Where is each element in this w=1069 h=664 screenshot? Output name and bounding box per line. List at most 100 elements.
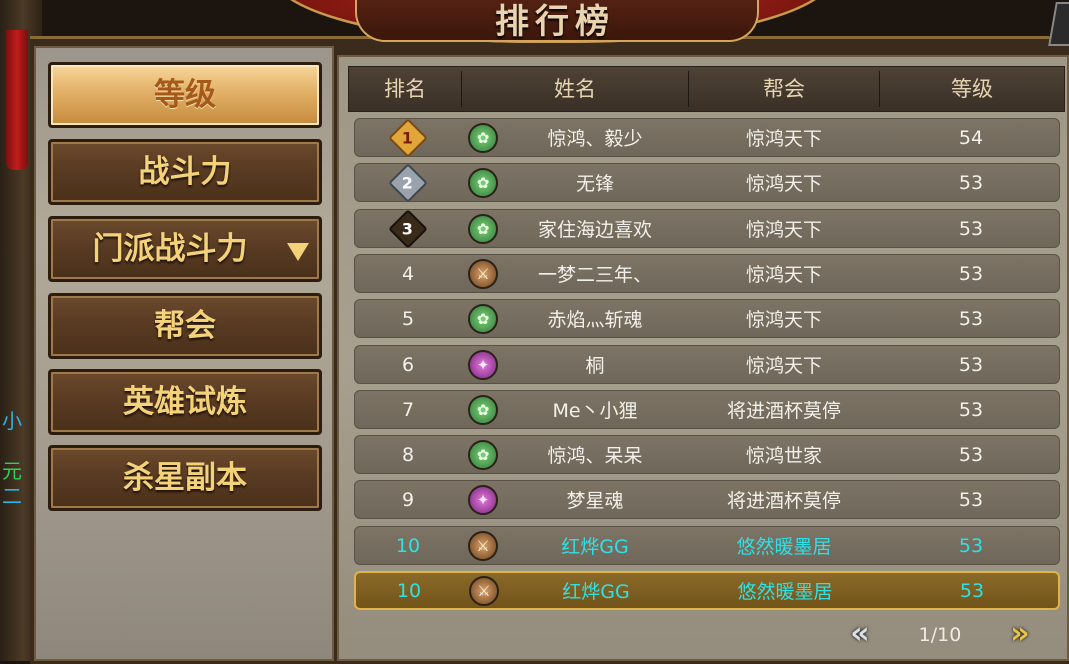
player-name: 桐 [585, 355, 605, 377]
player-level: 53 [958, 353, 984, 376]
rank-badge-icon: 1 [388, 117, 428, 158]
guild-name: 悠然暖墨居 [737, 581, 833, 603]
menu-guild-button[interactable]: 帮会 [48, 293, 322, 359]
guild-name: 惊鸿世家 [745, 445, 822, 467]
dropdown-arrow-icon[interactable] [287, 243, 309, 261]
edge-text-3: 二 [2, 484, 22, 508]
header-name: 姓名 [554, 77, 596, 101]
red-curtain [6, 30, 28, 170]
player-name: 赤焰灬斩魂 [547, 309, 643, 331]
menu-label: 杀星副本 [123, 460, 247, 496]
player-name: 红烨GG [562, 581, 630, 603]
rank-cell: 2 [355, 162, 461, 203]
table-row[interactable]: 1 ✿ 惊鸿、毅少 惊鸿天下 54 [354, 117, 1060, 158]
player-level: 53 [958, 217, 984, 240]
guild-name: 惊鸿天下 [745, 355, 822, 377]
rank-cell: 10 [396, 579, 422, 602]
double-chevron-right-icon[interactable]: » [1005, 619, 1035, 649]
double-chevron-left-icon[interactable]: « [845, 619, 875, 649]
green-class-icon: ✿ [468, 213, 498, 244]
menu-star-dungeon-button[interactable]: 杀星副本 [48, 445, 322, 511]
guild-name: 惊鸿天下 [745, 173, 822, 195]
class-icon-cell: ⚔ [461, 527, 505, 564]
player-name: 惊鸿、毅少 [547, 128, 643, 150]
green-class-icon: ✿ [468, 394, 498, 425]
close-button[interactable] [1048, 2, 1069, 46]
page-indicator: 1/10 [918, 624, 962, 646]
player-level: 53 [959, 579, 985, 602]
guild-name: 将进酒杯莫停 [726, 490, 841, 512]
player-level: 53 [958, 262, 984, 285]
class-icon-cell: ✿ [461, 119, 505, 156]
table-row[interactable]: 9 ✦ 梦星魂 将进酒杯莫停 53 [354, 480, 1060, 519]
table-row[interactable]: 10 ⚔ 红烨GG 悠然暖墨居 53 [354, 571, 1060, 610]
rank-cell: 3 [355, 208, 461, 249]
bronze-class-icon: ⚔ [469, 575, 499, 606]
player-level: 53 [958, 398, 984, 421]
menu-hero-trial-button[interactable]: 英雄试炼 [48, 369, 322, 435]
header-guild: 帮会 [763, 77, 805, 101]
rank-cell: 7 [401, 398, 415, 421]
class-icon-cell: ✿ [461, 164, 505, 201]
guild-name: 惊鸿天下 [745, 264, 822, 286]
rank-number: 1 [402, 127, 414, 147]
table-row[interactable]: 7 ✿ Me丶小狸 将进酒杯莫停 53 [354, 390, 1060, 429]
rank-cell: 9 [401, 488, 415, 511]
class-icon-cell: ✿ [461, 210, 505, 247]
menu-label: 门派战斗力 [92, 231, 248, 267]
player-level: 54 [958, 126, 984, 149]
green-class-icon: ✿ [468, 439, 498, 470]
class-icon-cell: ⚔ [461, 255, 505, 292]
menu-label: 帮会 [154, 308, 216, 344]
green-class-icon: ✿ [468, 167, 498, 198]
menu-label: 等级 [154, 77, 216, 113]
class-icon-cell: ✿ [461, 391, 505, 428]
bronze-class-icon: ⚔ [468, 258, 498, 289]
bronze-class-icon: ⚔ [468, 530, 498, 561]
rank-badge-icon: 3 [388, 208, 428, 249]
table-row[interactable]: 2 ✿ 无锋 惊鸿天下 53 [354, 162, 1060, 203]
rank-number: 2 [402, 172, 414, 192]
purple-class-icon: ✦ [468, 484, 498, 515]
player-name: 红烨GG [561, 536, 629, 558]
menu-label: 英雄试炼 [123, 384, 247, 420]
purple-class-icon: ✦ [468, 349, 498, 380]
rank-cell: 10 [395, 534, 421, 557]
table-row[interactable]: 5 ✿ 赤焰灬斩魂 惊鸿天下 53 [354, 299, 1060, 338]
player-level: 53 [958, 443, 984, 466]
player-level: 53 [958, 488, 984, 511]
table-header: 排名 姓名 帮会 等级 [348, 66, 1065, 112]
guild-name: 惊鸿天下 [745, 309, 822, 331]
table-row[interactable]: 8 ✿ 惊鸿、呆呆 惊鸿世家 53 [354, 435, 1060, 474]
green-class-icon: ✿ [468, 122, 498, 153]
guild-name: 将进酒杯莫停 [726, 400, 841, 422]
class-icon-cell: ✦ [461, 481, 505, 518]
rank-cell: 6 [401, 353, 415, 376]
player-level: 53 [958, 534, 984, 557]
menu-sect-power-button[interactable]: 门派战斗力 [48, 216, 322, 282]
table-row[interactable]: 3 ✿ 家住海边喜欢 惊鸿天下 53 [354, 208, 1060, 249]
rank-badge-icon: 2 [388, 162, 428, 203]
player-name: 家住海边喜欢 [537, 219, 652, 241]
window-title: 排行榜 [495, 2, 615, 42]
menu-level-button[interactable]: 等级 [48, 62, 322, 128]
player-name: Me丶小狸 [552, 400, 638, 422]
guild-name: 惊鸿天下 [745, 128, 822, 150]
player-name: 惊鸿、呆呆 [547, 445, 643, 467]
rank-number: 3 [402, 218, 414, 238]
rank-cell: 4 [401, 262, 415, 285]
class-icon-cell: ✿ [461, 436, 505, 473]
menu-label: 战斗力 [138, 154, 232, 190]
green-class-icon: ✿ [468, 303, 498, 334]
player-name: 一梦二三年、 [537, 264, 652, 286]
class-icon-cell: ✦ [461, 346, 505, 383]
player-level: 53 [958, 171, 984, 194]
table-row[interactable]: 4 ⚔ 一梦二三年、 惊鸿天下 53 [354, 254, 1060, 293]
header-rank: 排名 [384, 77, 426, 101]
table-row[interactable]: 6 ✦ 桐 惊鸿天下 53 [354, 345, 1060, 384]
edge-text-1: 小 [2, 409, 22, 433]
table-row[interactable]: 10 ⚔ 红烨GG 悠然暖墨居 53 [354, 526, 1060, 565]
rank-cell: 1 [355, 117, 461, 158]
class-icon-cell: ✿ [461, 300, 505, 337]
menu-combat-power-button[interactable]: 战斗力 [48, 139, 322, 205]
